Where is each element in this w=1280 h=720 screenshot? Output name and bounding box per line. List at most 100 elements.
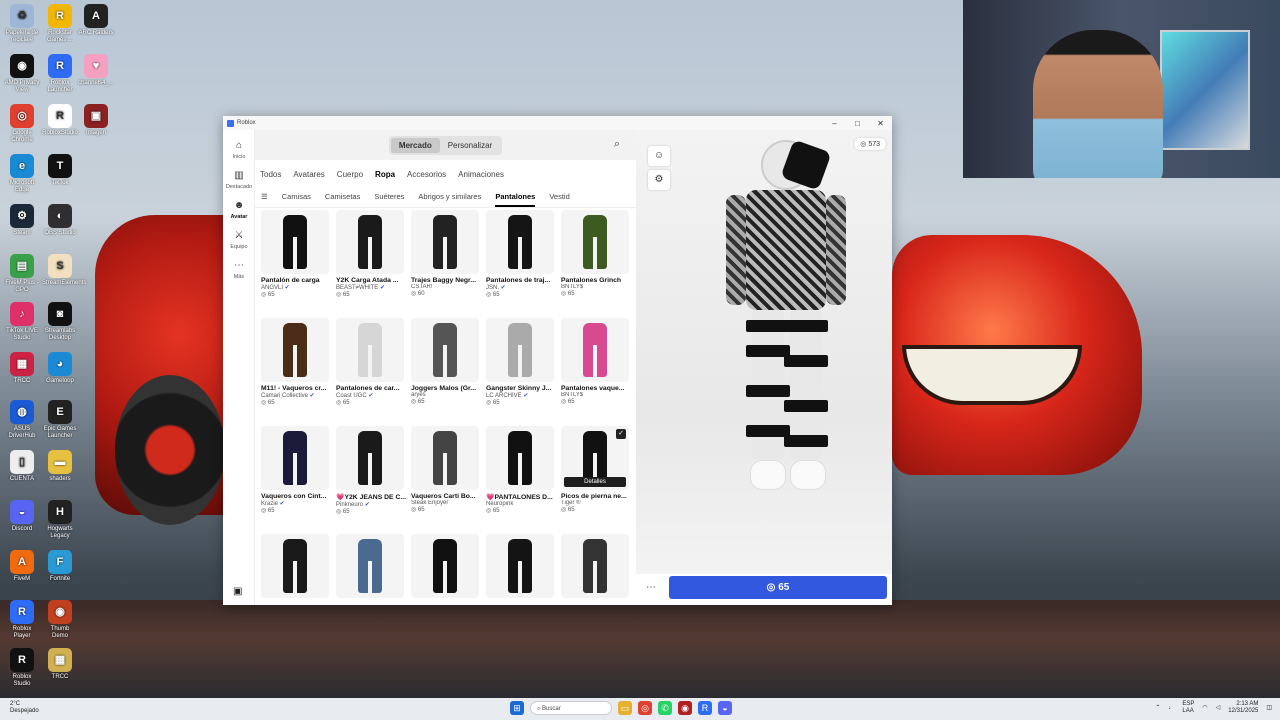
item-thumbnail[interactable] (486, 534, 554, 598)
item-card[interactable] (411, 534, 481, 639)
desktop-icon[interactable]: T TikTok (42, 154, 78, 187)
item-creator[interactable]: Pinkneuro ✔ (336, 501, 406, 508)
desktop-icon[interactable]: A ARC Raiders (78, 4, 114, 37)
subcategory-tab[interactable]: Camisas (282, 192, 311, 207)
item-card[interactable]: Joggers Malos (Gr... aryes ◎ 65 (411, 318, 481, 423)
desktop-icon[interactable]: ▯ CUENTA (4, 450, 40, 483)
item-card[interactable]: Pantalones de traj... JSN. ✔ ◎ 65 (486, 210, 556, 315)
roblox-taskbar-icon[interactable]: R (698, 701, 712, 715)
item-card[interactable] (261, 534, 331, 639)
item-thumbnail[interactable] (486, 210, 554, 274)
item-card[interactable]: 💗PANTALONES D... Neuropink ◎ 65 (486, 426, 556, 531)
item-card[interactable]: Pantalones Grinch BNTLY$ ◎ 65 (561, 210, 631, 315)
category-tab[interactable]: Avatares (293, 170, 324, 188)
item-creator[interactable]: BEAST≠WHITE ✔ (336, 284, 406, 291)
desktop-icon[interactable]: ◙ Streamlabs Desktop (42, 302, 78, 342)
item-thumbnail[interactable] (411, 210, 479, 274)
app-icon[interactable]: ◉ (678, 701, 692, 715)
item-card[interactable]: ✓ Detalles Picos de pierna ne... Tiger ® ◎ 6… (561, 426, 631, 531)
start-icon[interactable]: ⊞ (510, 701, 524, 715)
item-thumbnail[interactable]: ✓ Detalles (561, 426, 629, 490)
item-thumbnail[interactable] (336, 318, 404, 382)
desktop-icon[interactable]: ♻ Papelera de reciclaje (4, 4, 40, 44)
maximize-button[interactable]: □ (846, 119, 869, 128)
item-thumbnail[interactable] (261, 426, 329, 490)
desktop-icon[interactable]: ◒ Discord (4, 500, 40, 533)
item-creator[interactable]: LC ARCHIVE ✔ (486, 392, 556, 399)
item-thumbnail[interactable] (261, 318, 329, 382)
clock[interactable]: 2:13 AM 12/31/2025 (1228, 701, 1258, 715)
item-card[interactable]: Gangster Skinny J... LC ARCHIVE ✔ ◎ 65 (486, 318, 556, 423)
desktop-icon[interactable]: H Hogwarts Legacy (42, 500, 78, 540)
item-thumbnail[interactable] (411, 426, 479, 490)
selected-check-icon[interactable]: ✓ (616, 429, 626, 439)
desktop-icon[interactable]: R Rockstar Games ... (42, 4, 78, 44)
desktop-icon[interactable]: ◉ Thumb Demo (42, 600, 78, 640)
robux-balance[interactable]: ◎ 573 (854, 138, 886, 150)
category-tab[interactable]: Ropa (375, 170, 395, 188)
item-thumbnail[interactable] (336, 426, 404, 490)
chevron-up-icon[interactable]: ⌃ (1155, 705, 1160, 712)
item-card[interactable] (486, 534, 556, 639)
desktop-icon[interactable]: ♥ channels4_... (78, 54, 114, 87)
desktop-icon[interactable]: R Roblox Launcher (42, 54, 78, 94)
category-tab[interactable]: Todos (260, 170, 281, 188)
item-thumbnail[interactable] (486, 426, 554, 490)
desktop-icon[interactable]: e Microsoft Edge (4, 154, 40, 194)
item-card[interactable]: M11! - Vaqueros cr... Camari Collective ✔… (261, 318, 331, 423)
desktop-icon[interactable]: ▣ Imagen (78, 104, 114, 137)
subcategory-tab[interactable]: Abrigos y similares (418, 192, 481, 207)
item-thumbnail[interactable] (336, 210, 404, 274)
item-card[interactable]: Y2K Carga Atada ... BEAST≠WHITE ✔ ◎ 65 (336, 210, 406, 315)
tab-personalizar[interactable]: Personalizar (440, 138, 500, 153)
buy-button[interactable]: ◎ 65 (669, 576, 887, 599)
item-creator[interactable]: JSN. ✔ (486, 284, 556, 291)
settings-sliders-icon[interactable]: ⚙ (648, 170, 670, 190)
rail-item-equipo[interactable]: ⚔ Equipo (223, 230, 255, 250)
desktop-icon[interactable]: ♪ TikTok LIVE Studio (4, 302, 40, 342)
desktop-icon[interactable]: ◐ OBS Studio (42, 204, 78, 237)
rail-item-más[interactable]: ⋯ Más (223, 260, 255, 280)
desktop-icon[interactable]: ▤ FiveM Plus - GPO (4, 254, 40, 294)
desktop-icon[interactable]: ⚙ Steam (4, 204, 40, 237)
language-indicator[interactable]: ESP LAA (1182, 701, 1194, 715)
desktop-icon[interactable]: F Fortnite (42, 550, 78, 583)
close-button[interactable]: ✕ (869, 119, 892, 128)
item-thumbnail[interactable] (486, 318, 554, 382)
more-options-icon[interactable]: ⋯ (646, 582, 656, 593)
whatsapp-icon[interactable]: ✆ (658, 701, 672, 715)
category-tab[interactable]: Accesorios (407, 170, 446, 188)
item-creator[interactable]: Coast UGC ✔ (336, 392, 406, 399)
desktop-icon[interactable]: ◍ ASUS DriverHub (4, 400, 40, 440)
filter-icon[interactable]: ☰ (261, 192, 268, 207)
desktop-icon[interactable]: R RobloxStudio (42, 104, 78, 137)
details-button[interactable]: Detalles (564, 477, 626, 487)
subcategory-tab[interactable]: Vestid (549, 192, 569, 207)
item-card[interactable]: Vaqueros Carti Bo... Steak Enjoyer ◎ 65 (411, 426, 481, 531)
discord-taskbar-icon[interactable]: ◒ (718, 701, 732, 715)
taskbar-search[interactable]: ⌕ Buscar (530, 701, 612, 715)
tab-mercado[interactable]: Mercado (390, 137, 440, 153)
subcategory-tab[interactable]: Camisetas (325, 192, 360, 207)
rail-item-avatar[interactable]: ☻ Avatar (223, 200, 255, 220)
desktop-icon[interactable]: ▦ TRCC (42, 648, 78, 681)
item-card[interactable]: Vaqueros con Cint... Krazie ✔ ◎ 65 (261, 426, 331, 531)
desktop-icon[interactable]: ◎ Google Chrome (4, 104, 40, 144)
item-thumbnail[interactable] (561, 534, 629, 598)
subcategory-tab[interactable]: Pantalones (495, 192, 536, 207)
search-icon[interactable]: ⌕ (614, 138, 620, 151)
item-card[interactable]: 💗Y2K JEANS DE C... Pinkneuro ✔ ◎ 65 (336, 426, 406, 531)
desktop-icon[interactable]: A FiveM (4, 550, 40, 583)
item-thumbnail[interactable] (336, 534, 404, 598)
item-creator[interactable]: ANGVLI ✔ (261, 284, 331, 291)
weather-widget[interactable]: 2°C Despejado (10, 701, 39, 715)
desktop-icon[interactable]: ◉ AMD Privacy View (4, 54, 40, 94)
item-card[interactable]: Trajes Baggy Negr... CSTAR! ◎ 60 (411, 210, 481, 315)
subcategory-tab[interactable]: Suéteres (374, 192, 404, 207)
item-card[interactable] (561, 534, 631, 639)
item-thumbnail[interactable] (411, 534, 479, 598)
rail-item-destacado[interactable]: ▥ Destacado (223, 170, 255, 190)
desktop-icon[interactable]: R Roblox Player (4, 600, 40, 640)
window-titlebar[interactable]: Roblox – □ ✕ (223, 116, 892, 130)
item-thumbnail[interactable] (561, 318, 629, 382)
